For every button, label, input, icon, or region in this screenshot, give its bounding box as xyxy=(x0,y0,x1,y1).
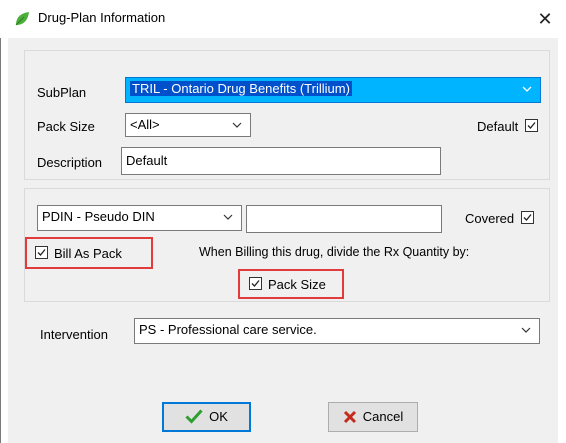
chevron-down-icon xyxy=(223,214,233,220)
dialog-body: SubPlan TRIL - Ontario Drug Benefits (Tr… xyxy=(8,38,558,443)
description-input[interactable]: Default xyxy=(121,147,441,175)
din-type-select[interactable]: PDIN - Pseudo DIN xyxy=(37,205,242,231)
default-checkbox[interactable]: Default xyxy=(477,119,538,134)
plan-group: SubPlan TRIL - Ontario Drug Benefits (Tr… xyxy=(24,50,550,180)
cancel-button[interactable]: Cancel xyxy=(328,402,418,432)
ok-button[interactable]: OK xyxy=(162,402,251,432)
pack-size-option-checkbox[interactable]: Pack Size xyxy=(249,277,326,292)
checkmark-icon xyxy=(37,249,46,256)
description-value: Default xyxy=(126,153,168,168)
bill-as-pack-label: Bill As Pack xyxy=(54,246,122,261)
chevron-down-icon xyxy=(232,122,242,128)
checkmark-icon xyxy=(527,122,536,129)
intervention-label: Intervention xyxy=(40,327,108,342)
chevron-down-icon xyxy=(521,327,531,333)
close-button[interactable]: ✕ xyxy=(532,6,558,32)
default-checkbox-box[interactable] xyxy=(524,119,538,132)
covered-checkbox[interactable]: Covered xyxy=(465,211,534,226)
chevron-down-icon xyxy=(522,86,532,92)
din-type-value: PDIN - Pseudo DIN xyxy=(42,209,155,224)
bill-as-pack-checkbox-box[interactable] xyxy=(35,246,48,259)
pack-size-option-checkbox-box[interactable] xyxy=(249,277,262,290)
checkmark-icon xyxy=(251,280,260,287)
pack-size-option-label: Pack Size xyxy=(268,277,326,292)
pack-size-select[interactable]: <All> xyxy=(125,113,251,137)
default-label: Default xyxy=(477,119,519,134)
din-input[interactable] xyxy=(246,205,442,233)
checkmark-icon xyxy=(523,214,532,221)
cancel-label: Cancel xyxy=(362,409,404,424)
subplan-value: TRIL - Ontario Drug Benefits (Trillium) xyxy=(130,81,352,96)
pack-size-value: <All> xyxy=(130,117,160,132)
description-label: Description xyxy=(37,155,103,170)
intervention-select[interactable]: PS - Professional care service. xyxy=(134,318,540,344)
subplan-label: SubPlan xyxy=(37,85,87,100)
ok-label: OK xyxy=(209,409,228,424)
covered-label: Covered xyxy=(465,211,515,226)
subplan-select[interactable]: TRIL - Ontario Drug Benefits (Trillium) xyxy=(125,77,541,103)
covered-checkbox-box[interactable] xyxy=(520,211,534,224)
close-icon: ✕ xyxy=(537,9,553,29)
pack-size-label: Pack Size xyxy=(37,119,95,134)
billing-group: PDIN - Pseudo DIN Covered Bill As Pack W… xyxy=(24,188,550,302)
bill-as-pack-checkbox[interactable]: Bill As Pack xyxy=(35,246,122,261)
divide-instruction: When Billing this drug, divide the Rx Qu… xyxy=(199,245,470,259)
window-left-edge xyxy=(0,0,1,443)
checkmark-icon xyxy=(185,409,203,424)
window-title: Drug-Plan Information xyxy=(38,10,166,25)
intervention-value: PS - Professional care service. xyxy=(139,322,317,337)
cancel-x-icon xyxy=(343,410,356,424)
leaf-icon xyxy=(15,12,29,26)
title-bar: Drug-Plan Information ✕ xyxy=(0,0,566,38)
